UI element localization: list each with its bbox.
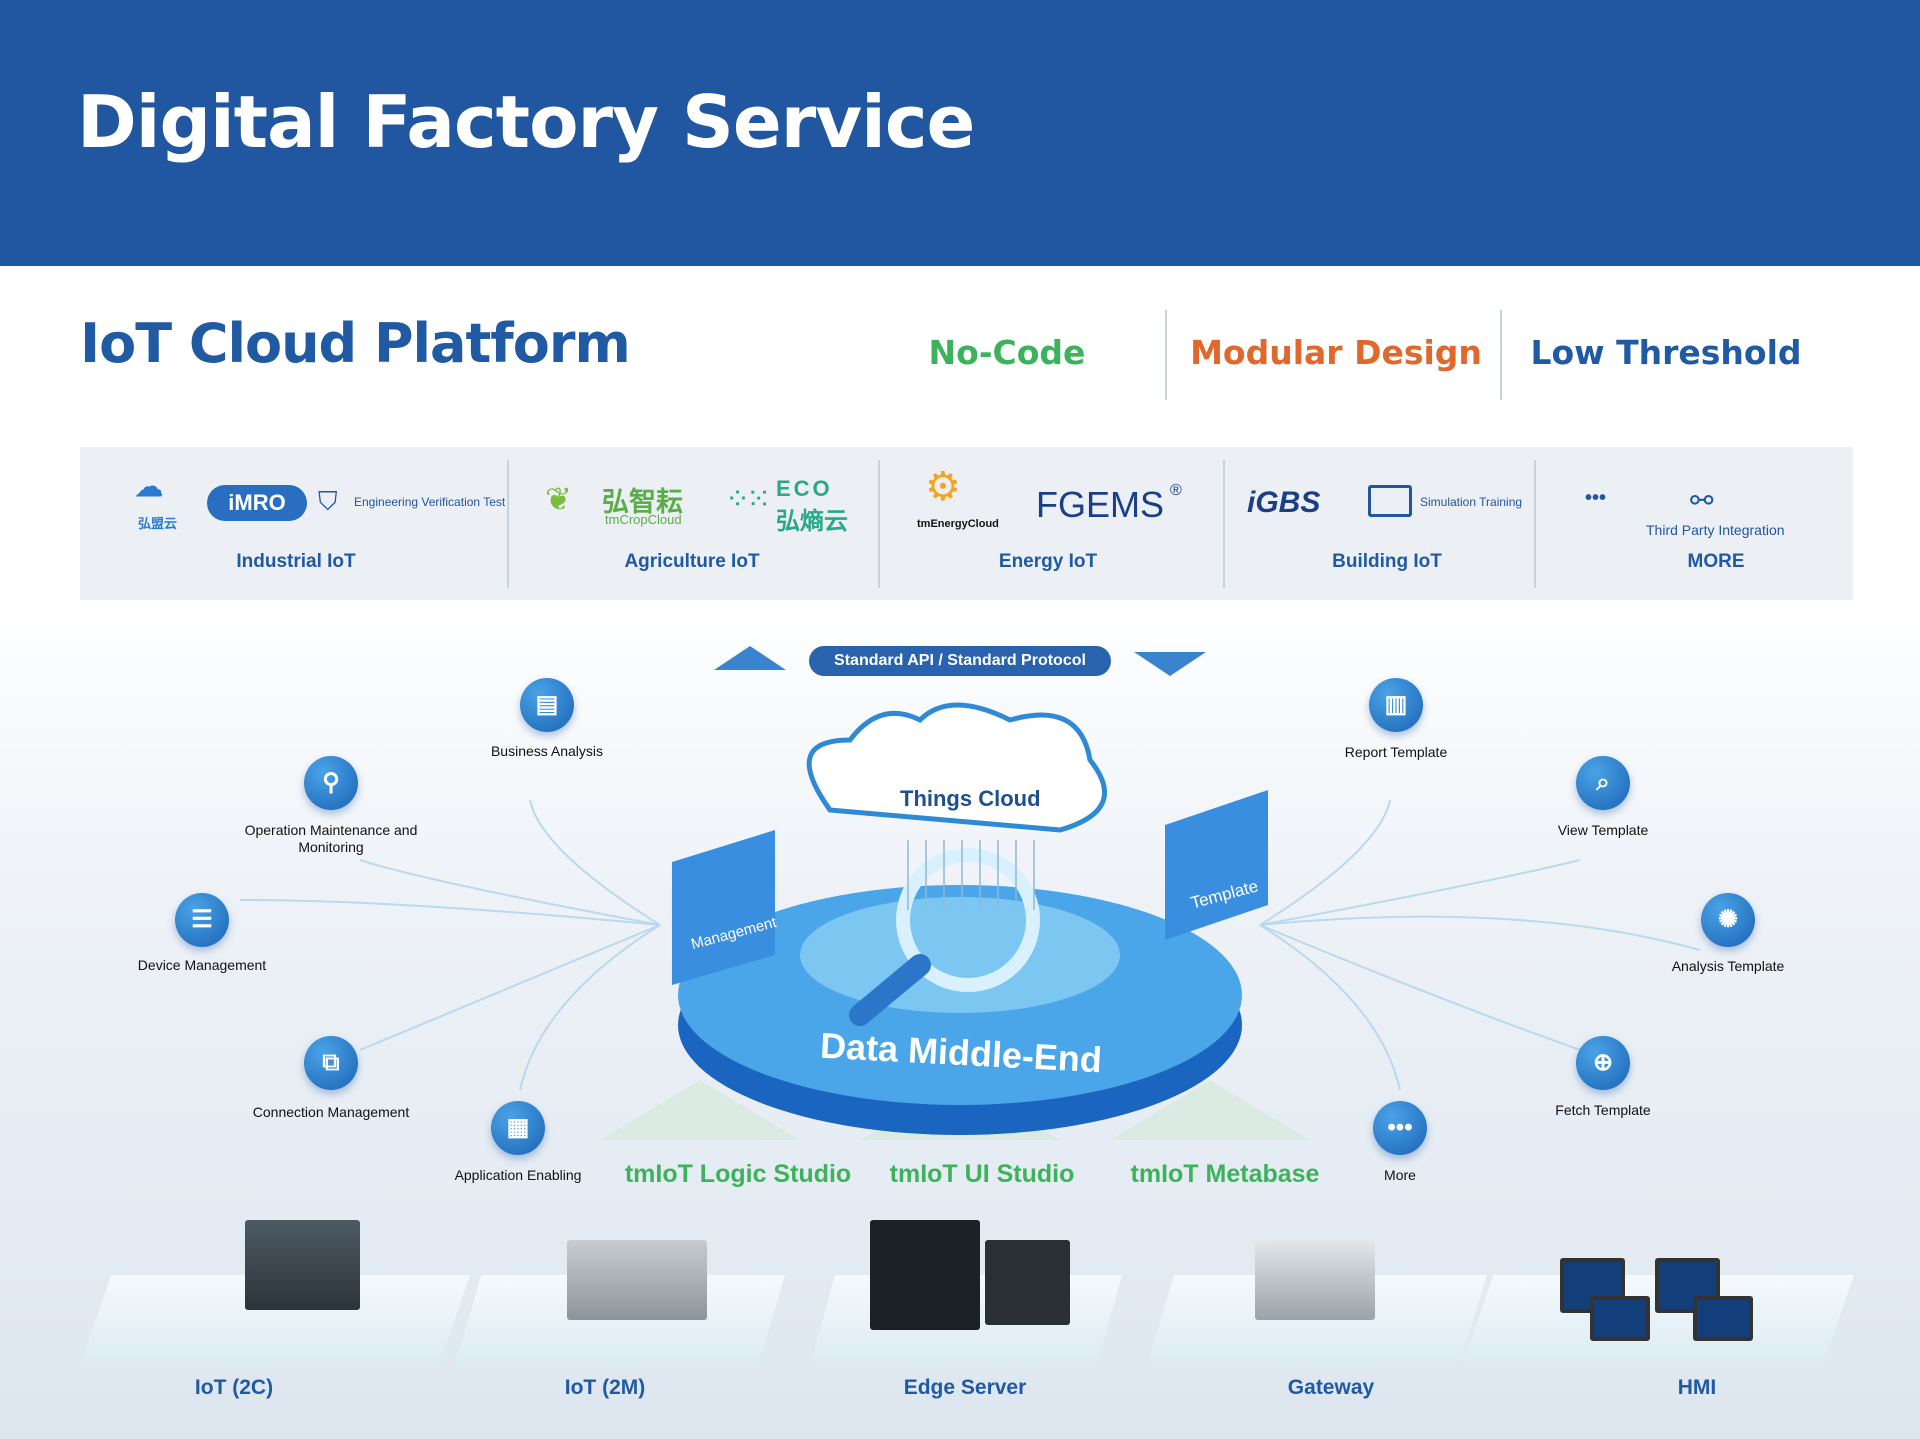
device-management-icon[interactable]: ☰ [175, 893, 229, 947]
module-business-analysis[interactable]: Business Analysis [491, 743, 603, 760]
report-template-icon[interactable]: ▥ [1369, 678, 1423, 732]
device-iot-2c: IoT (2C) [194, 1376, 274, 1399]
module-analysis-template[interactable]: Analysis Template [1672, 958, 1785, 975]
module-more[interactable]: More [1384, 1167, 1416, 1184]
edge-kiosk-image [985, 1240, 1070, 1325]
device-hmi: HMI [1677, 1376, 1717, 1399]
device-gateway: Gateway [1287, 1376, 1375, 1399]
module-operation-maintenance[interactable]: Operation Maintenance and Monitoring [241, 822, 421, 856]
application-enabling-icon[interactable]: ▦ [491, 1101, 545, 1155]
iot-2c-device-image [245, 1220, 360, 1310]
analysis-template-icon[interactable]: ✺ [1701, 893, 1755, 947]
module-fetch-template[interactable]: Fetch Template [1555, 1102, 1650, 1119]
business-analysis-icon[interactable]: ▤ [520, 678, 574, 732]
maintenance-icon[interactable]: ⚲ [304, 756, 358, 810]
module-report-template[interactable]: Report Template [1345, 744, 1447, 761]
device-edge-server: Edge Server [903, 1376, 1027, 1399]
view-template-icon[interactable]: ⌕ [1576, 756, 1630, 810]
device-iot-2m: IoT (2M) [564, 1376, 646, 1399]
gateway-device-image [1255, 1240, 1375, 1320]
studio-metabase: tmIoT Metabase [1130, 1160, 1320, 1188]
connection-management-icon[interactable]: ⧉ [304, 1036, 358, 1090]
module-application-enabling[interactable]: Application Enabling [455, 1167, 582, 1184]
things-cloud-label: Things Cloud [900, 786, 1041, 811]
module-connection-management[interactable]: Connection Management [253, 1104, 409, 1121]
hmi-screen-image [1590, 1296, 1650, 1341]
module-device-management[interactable]: Device Management [138, 957, 266, 974]
more-icon[interactable]: ••• [1373, 1101, 1427, 1155]
hmi-screen-image [1693, 1296, 1753, 1341]
fetch-template-icon[interactable]: ⊕ [1576, 1036, 1630, 1090]
module-view-template[interactable]: View Template [1558, 822, 1649, 839]
edge-server-image [870, 1220, 980, 1330]
studio-logic: tmIoT Logic Studio [624, 1160, 852, 1188]
studio-ui: tmIoT UI Studio [889, 1160, 1075, 1188]
iot-2m-device-image [567, 1240, 707, 1320]
